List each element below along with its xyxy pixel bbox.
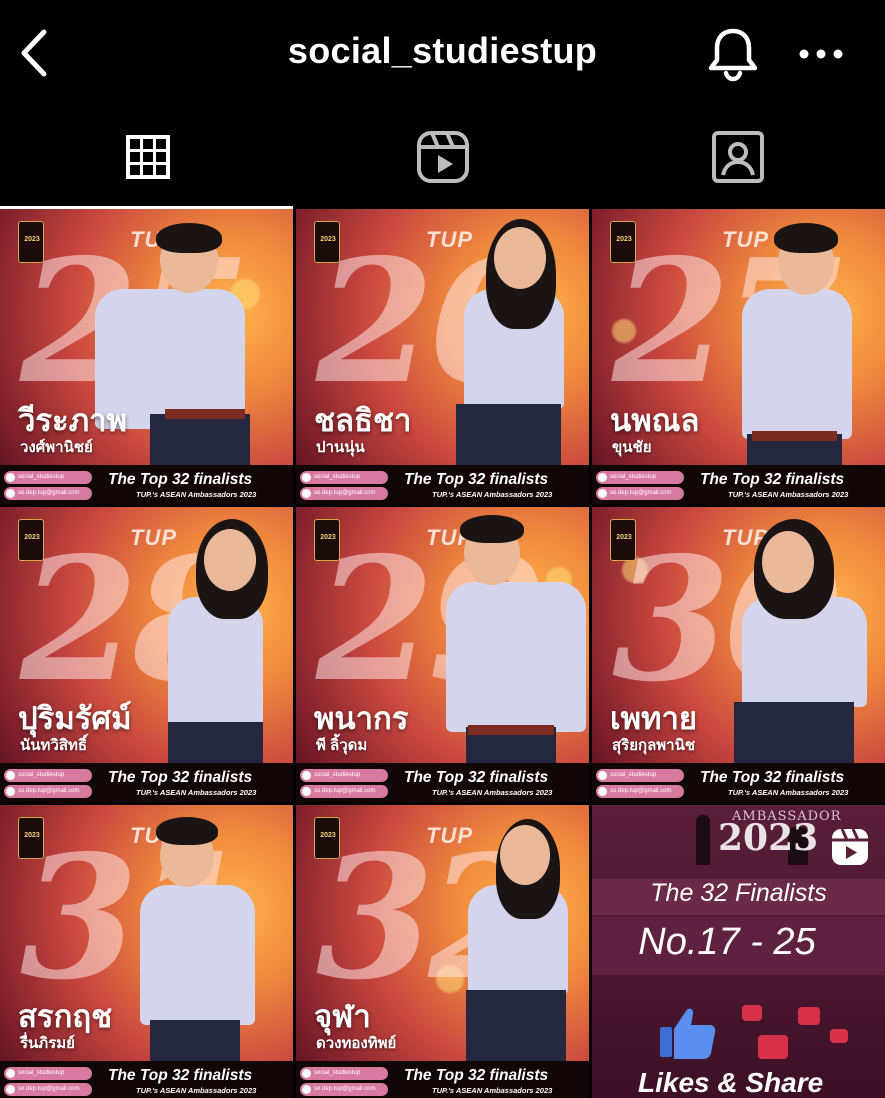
- tab-reels[interactable]: [295, 105, 590, 209]
- instagram-chip: social_studiestup: [300, 769, 388, 782]
- reel-year: 2023: [718, 817, 819, 859]
- email-chip: so.dep.tup@gmail.com: [300, 785, 388, 798]
- grid-icon: [125, 135, 170, 179]
- profile-tabs: [0, 105, 885, 209]
- finalists-caption: The Top 32 finalists: [404, 1067, 549, 1084]
- post-tile[interactable]: 2023 TUP 29 พนากร พี ลิ้วุดม social_stud…: [296, 507, 589, 802]
- finalist-surname: รื่นภิรมย์: [20, 1035, 75, 1052]
- email-chip: so.dep.tup@gmail.com: [4, 785, 92, 798]
- finalist-surname: ดวงทองทิพย์: [316, 1035, 397, 1052]
- post-tile[interactable]: 2023 TUP 27 นพณล ขุนชัย social_studiestu…: [592, 209, 885, 504]
- instagram-chip: social_studiestup: [596, 471, 684, 484]
- finalists-caption: The Top 32 finalists: [700, 471, 845, 488]
- finalists-caption: The Top 32 finalists: [108, 471, 253, 488]
- post-tile[interactable]: 2023 TUP 30 เพทาย สุริยกุลพานิช social_s…: [592, 507, 885, 802]
- reels-icon: [416, 131, 469, 183]
- post-tile[interactable]: 2023 TUP 26 ชลธิชา ปานนุ่น social_studie…: [296, 209, 589, 504]
- ambassadors-caption: TUP.'s ASEAN Ambassadors 2023: [432, 1086, 553, 1095]
- instagram-chip: social_studiestup: [4, 471, 92, 484]
- instagram-chip: social_studiestup: [300, 471, 388, 484]
- post-tile[interactable]: 2023 TUP 28 ปุริมรัศม์ นันทวิสิทธิ์ soci…: [0, 507, 293, 802]
- reel-cta: Likes & Share: [638, 1067, 824, 1098]
- finalist-surname: นันทวิสิทธิ์: [20, 737, 88, 754]
- post-tile[interactable]: 2023 TUP 25 วีระภาพ วงศ์พานิชย์ social_s…: [0, 209, 293, 504]
- email-chip: so.dep.tup@gmail.com: [596, 487, 684, 500]
- finalist-surname: ปานนุ่น: [316, 439, 365, 456]
- post-tile[interactable]: 2023 TUP 32 จุฬา ดวงทองทิพย์ social_stud…: [296, 805, 589, 1098]
- ambassadors-caption: TUP.'s ASEAN Ambassadors 2023: [136, 490, 257, 499]
- instagram-chip: social_studiestup: [596, 769, 684, 782]
- email-chip: so.dep.tup@gmail.com: [300, 1083, 388, 1096]
- more-horizontal-icon: [799, 49, 843, 59]
- email-chip: so.dep.tup@gmail.com: [4, 487, 92, 500]
- bell-icon: [708, 28, 758, 82]
- finalist-surname: ขุนชัย: [612, 439, 652, 456]
- chevron-left-icon: [21, 29, 47, 77]
- tab-grid[interactable]: [0, 105, 295, 209]
- finalists-caption: The Top 32 finalists: [108, 1067, 253, 1084]
- profile-header: social_studiestup: [0, 0, 885, 105]
- email-chip: so.dep.tup@gmail.com: [596, 785, 684, 798]
- finalists-caption: The Top 32 finalists: [700, 769, 845, 786]
- more-options-button[interactable]: [796, 36, 846, 72]
- ambassadors-caption: TUP.'s ASEAN Ambassadors 2023: [136, 788, 257, 797]
- ambassadors-caption: TUP.'s ASEAN Ambassadors 2023: [728, 490, 849, 499]
- reel-title: The 32 Finalists: [650, 879, 827, 907]
- finalists-caption: The Top 32 finalists: [404, 471, 549, 488]
- notifications-button[interactable]: [706, 26, 760, 82]
- ambassadors-caption: TUP.'s ASEAN Ambassadors 2023: [728, 788, 849, 797]
- finalists-caption: The Top 32 finalists: [404, 769, 549, 786]
- tab-tagged[interactable]: [590, 105, 885, 209]
- reel-range: No.17 - 25: [638, 921, 816, 963]
- finalist-surname: พี ลิ้วุดม: [316, 737, 368, 754]
- reels-icon: [832, 828, 868, 865]
- finalists-caption: The Top 32 finalists: [108, 769, 253, 786]
- finalist-surname: สุริยกุลพานิช: [612, 737, 696, 754]
- back-button[interactable]: [14, 28, 54, 78]
- instagram-chip: social_studiestup: [4, 769, 92, 782]
- ambassadors-caption: TUP.'s ASEAN Ambassadors 2023: [136, 1086, 257, 1095]
- email-chip: so.dep.tup@gmail.com: [4, 1083, 92, 1096]
- ambassadors-caption: TUP.'s ASEAN Ambassadors 2023: [432, 788, 553, 797]
- thumbs-up-icon: [660, 1008, 716, 1059]
- ambassadors-caption: TUP.'s ASEAN Ambassadors 2023: [432, 490, 553, 499]
- reel-tile[interactable]: AMBASSADOR 2023 The 32 Finalists No.17 -…: [592, 805, 885, 1098]
- email-chip: so.dep.tup@gmail.com: [300, 487, 388, 500]
- posts-grid: 2023 TUP 25 วีระภาพ วงศ์พานิชย์ social_s…: [0, 209, 885, 1098]
- instagram-chip: social_studiestup: [300, 1067, 388, 1080]
- post-tile[interactable]: 2023 TUP 31 สรกฤช รื่นภิรมย์ social_stud…: [0, 805, 293, 1098]
- finalist-surname: วงศ์พานิชย์: [20, 439, 93, 456]
- tagged-icon: [711, 131, 764, 183]
- instagram-chip: social_studiestup: [4, 1067, 92, 1080]
